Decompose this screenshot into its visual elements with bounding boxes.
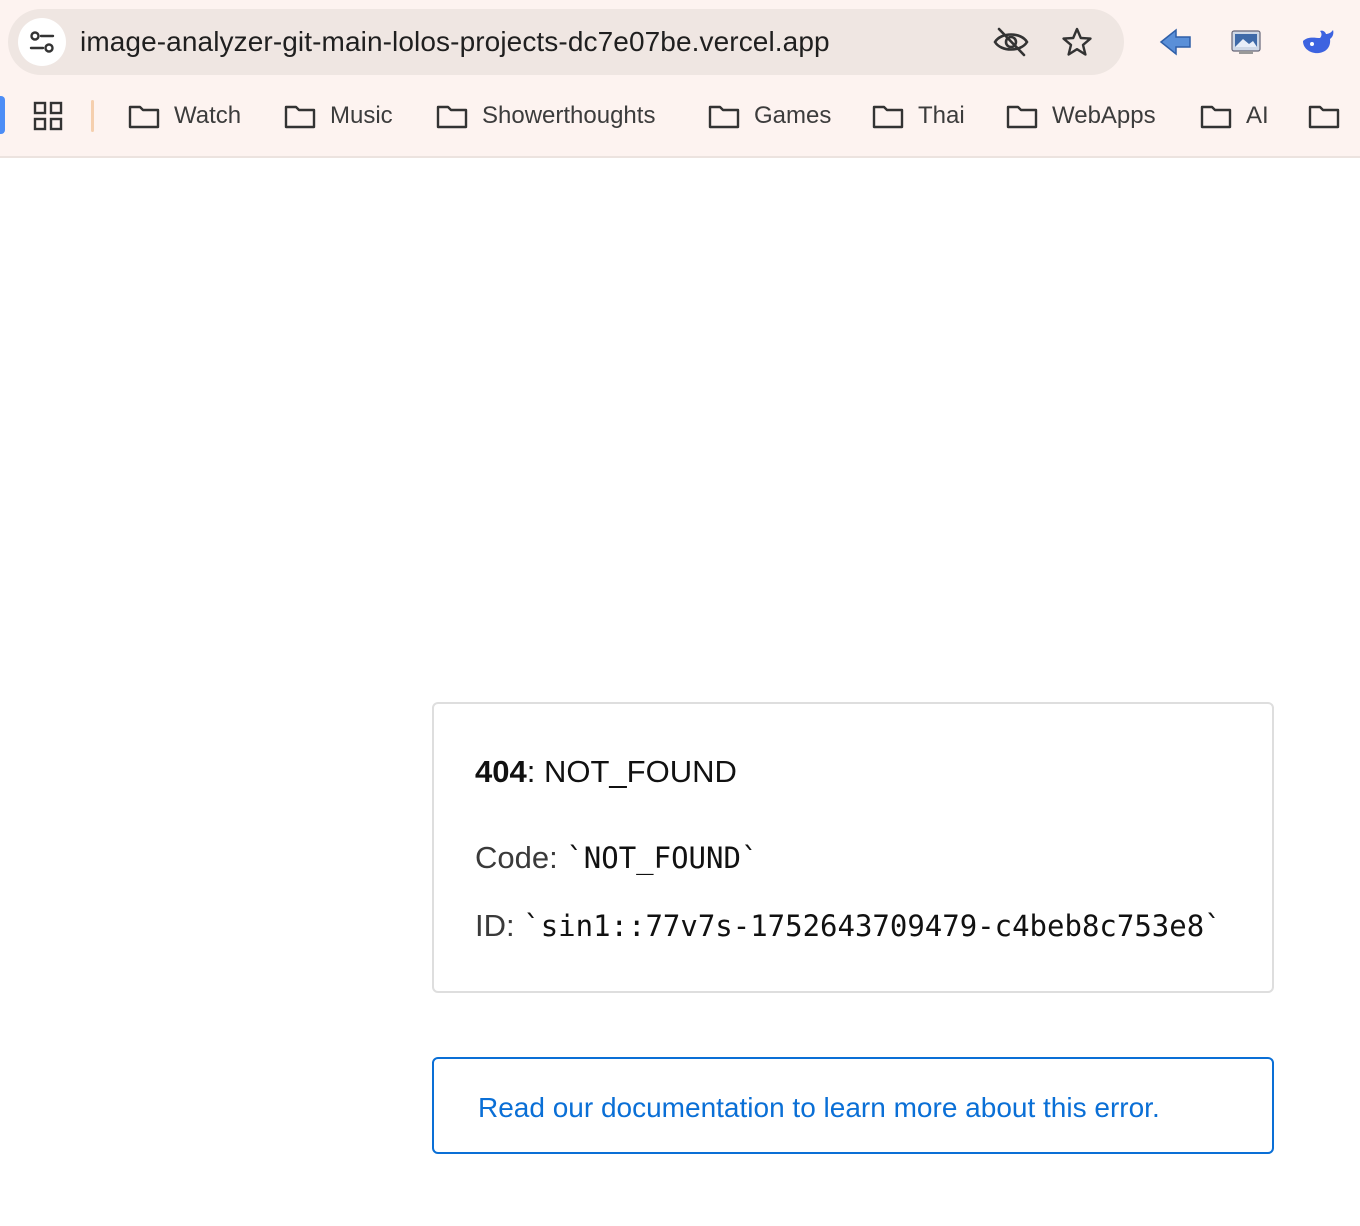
bookmarks-separator	[91, 100, 94, 132]
folder-icon	[284, 105, 316, 129]
bookmark-label: WebApps	[1052, 102, 1156, 129]
documentation-link[interactable]: Read our documentation to learn more abo…	[478, 1092, 1160, 1124]
folder-icon	[872, 105, 904, 129]
bookmark-label: Thai	[918, 102, 965, 129]
star-icon[interactable]	[1058, 24, 1096, 60]
bookmark-folder-games[interactable]: Games	[708, 96, 831, 136]
browser-chrome: image-analyzer-git-main-lolos-projects-d…	[0, 0, 1360, 158]
error-id-line: ID: `sin1::77v7s-1752643709479-c4beb8c75…	[475, 908, 1222, 944]
folder-icon	[708, 105, 740, 129]
error-title: 404: NOT_FOUND	[475, 754, 737, 790]
bookmark-folder-thai[interactable]: Thai	[872, 96, 965, 136]
extension-whale-icon[interactable]	[1298, 22, 1338, 62]
extension-image-icon[interactable]	[1226, 22, 1266, 62]
error-code-value: `NOT_FOUND`	[566, 841, 759, 875]
error-code-label: Code:	[475, 840, 567, 875]
bookmark-folder-music[interactable]: Music	[284, 96, 393, 136]
bookmark-label: Games	[754, 102, 832, 129]
folder-icon	[1006, 105, 1038, 129]
bookmark-folder-watch[interactable]: Watch	[128, 96, 241, 136]
folder-icon	[1200, 105, 1232, 129]
url-text[interactable]: image-analyzer-git-main-lolos-projects-d…	[80, 26, 830, 58]
apps-grid-icon[interactable]	[28, 96, 68, 136]
bookmark-folder-showerthoughts[interactable]: Showerthoughts	[436, 96, 655, 136]
bookmark-folder-webapps[interactable]: WebApps	[1006, 96, 1156, 136]
error-title-text: NOT_FOUND	[535, 754, 737, 789]
error-id-value: `sin1::77v7s-1752643709479-c4beb8c753e8`	[523, 909, 1222, 943]
bookmarks-bar-edge	[0, 96, 5, 134]
bookmark-label: AI	[1246, 102, 1269, 129]
bookmark-label: Music	[330, 102, 393, 129]
address-bar[interactable]: image-analyzer-git-main-lolos-projects-d…	[8, 9, 1124, 75]
error-status-code: 404	[475, 754, 527, 789]
folder-icon	[1308, 105, 1340, 129]
eye-off-icon[interactable]	[992, 24, 1030, 60]
bookmark-label: Showerthoughts	[482, 102, 656, 129]
error-card: 404: NOT_FOUND Code: `NOT_FOUND` ID: `si…	[432, 702, 1274, 993]
documentation-box[interactable]: Read our documentation to learn more abo…	[432, 1057, 1274, 1154]
error-code-line: Code: `NOT_FOUND`	[475, 840, 758, 876]
bookmark-folder-overflow[interactable]	[1308, 96, 1340, 136]
folder-icon	[436, 105, 468, 129]
folder-icon	[128, 105, 160, 129]
site-settings-icon[interactable]	[18, 18, 66, 66]
bookmark-label: Watch	[174, 102, 242, 129]
extension-back-arrow-icon[interactable]	[1156, 22, 1196, 62]
bookmark-folder-ai[interactable]: AI	[1200, 96, 1269, 136]
error-id-label: ID:	[475, 908, 524, 943]
